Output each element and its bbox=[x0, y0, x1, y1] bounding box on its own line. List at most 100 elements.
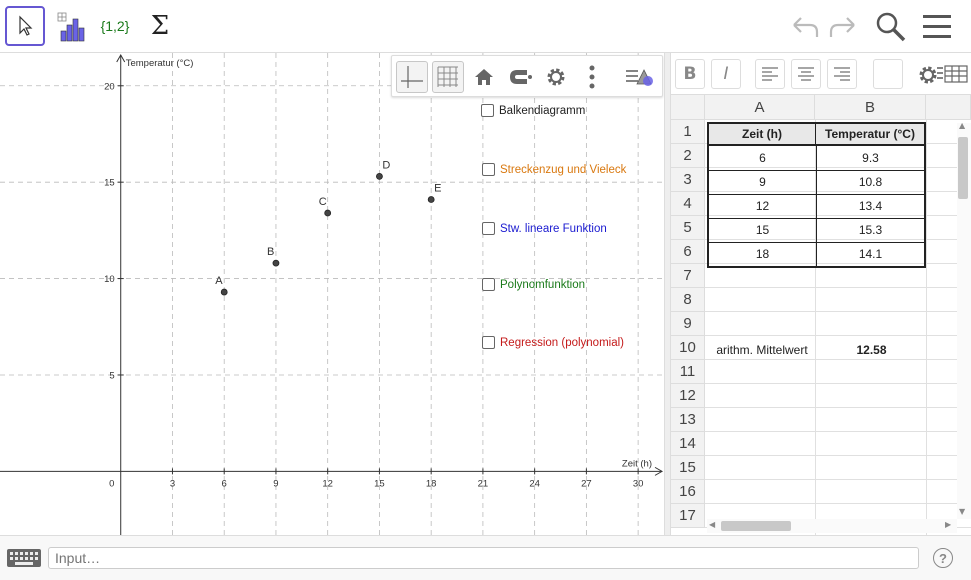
column-header-a[interactable]: A bbox=[705, 95, 815, 120]
table-style-icon bbox=[937, 65, 968, 83]
vertical-scrollbar[interactable]: ▲ ▼ bbox=[957, 121, 971, 519]
bar-chart-icon bbox=[57, 12, 85, 42]
align-center-button[interactable] bbox=[791, 59, 821, 89]
cell-b8[interactable]: 12.58 bbox=[817, 338, 926, 362]
help-button[interactable]: ? bbox=[933, 548, 953, 568]
row-header[interactable]: 10 bbox=[671, 336, 705, 360]
data-point bbox=[324, 209, 332, 217]
row-header[interactable]: 12 bbox=[671, 384, 705, 408]
cell-b3[interactable]: 10.8 bbox=[817, 170, 926, 195]
standard-view-button[interactable] bbox=[468, 61, 500, 93]
row-header[interactable]: 16 bbox=[671, 480, 705, 504]
checkbox-polynomfunktion[interactable]: Polynomfunktion bbox=[482, 278, 585, 291]
cell-b4[interactable]: 13.4 bbox=[817, 194, 926, 219]
style-bar-toggle-icon bbox=[626, 69, 653, 86]
grid-icon bbox=[437, 66, 458, 87]
y-axis-label: Temperatur (°C) bbox=[126, 58, 194, 69]
menu-button[interactable] bbox=[921, 12, 953, 42]
checkbox-regression-polynomial[interactable]: Regression (polynomial) bbox=[482, 336, 624, 349]
checkbox-box[interactable] bbox=[482, 336, 495, 349]
x-tick-label: 0 bbox=[109, 478, 114, 489]
toggle-grid-button[interactable] bbox=[432, 61, 464, 93]
italic-icon: I bbox=[723, 64, 729, 84]
checkbox-streckenzug-vieleck[interactable]: Streckenzug und Vieleck bbox=[482, 163, 626, 176]
cell-a2[interactable]: 6 bbox=[707, 146, 817, 171]
point-label: C bbox=[319, 196, 327, 208]
toggle-axes-button[interactable] bbox=[396, 61, 428, 93]
point-label: E bbox=[434, 183, 441, 195]
spreadsheet-style-bar: B I bbox=[671, 53, 971, 95]
column-header-b[interactable]: B bbox=[815, 95, 926, 120]
column-header-c[interactable] bbox=[926, 95, 971, 120]
row-header[interactable]: 7 bbox=[671, 264, 705, 288]
cell-b6[interactable]: 14.1 bbox=[817, 242, 926, 268]
checkbox-balkendiagramm[interactable]: Balkendiagramm bbox=[481, 104, 585, 117]
row-header[interactable]: 3 bbox=[671, 168, 705, 192]
keyboard-button[interactable] bbox=[6, 546, 42, 570]
x-tick-label: 15 bbox=[374, 478, 385, 489]
data-point bbox=[376, 172, 383, 180]
more-options-button[interactable] bbox=[576, 61, 608, 93]
cell-b1[interactable]: Temperatur (°C) bbox=[815, 122, 926, 146]
checkbox-box[interactable] bbox=[482, 222, 495, 235]
bar-chart-tool-button[interactable] bbox=[50, 6, 90, 46]
input-bar: ? bbox=[0, 535, 971, 580]
row-header[interactable]: 8 bbox=[671, 288, 705, 312]
scroll-left-icon[interactable]: ◀ bbox=[709, 520, 715, 529]
cell-a5[interactable]: 15 bbox=[707, 218, 817, 243]
row-header[interactable]: 6 bbox=[671, 240, 705, 264]
italic-button[interactable]: I bbox=[711, 59, 741, 89]
checkbox-label: Streckenzug und Vieleck bbox=[500, 163, 627, 176]
row-header[interactable]: 9 bbox=[671, 312, 705, 336]
algebra-input-field[interactable] bbox=[48, 547, 919, 569]
row-header[interactable]: 15 bbox=[671, 456, 705, 480]
scroll-down-icon[interactable]: ▼ bbox=[959, 507, 965, 516]
corner-cell[interactable] bbox=[671, 95, 705, 120]
cell-a1[interactable]: Zeit (h) bbox=[707, 122, 817, 146]
row-divider bbox=[705, 455, 971, 456]
cell-a4[interactable]: 12 bbox=[707, 194, 817, 219]
cell-b2[interactable]: 9.3 bbox=[817, 146, 926, 171]
toggle-style-bar-button[interactable] bbox=[622, 61, 658, 93]
scatter-plot[interactable]: 0 3 6 9 12 15 18 21 24 27 30 5 10 15 20 Zeit (h) Tempera… bbox=[0, 53, 664, 535]
cell-a6[interactable]: 18 bbox=[707, 242, 817, 268]
row-header[interactable]: 11 bbox=[671, 360, 705, 384]
row-header[interactable]: 1 bbox=[671, 120, 705, 144]
cell-b5[interactable]: 15.3 bbox=[817, 218, 926, 243]
x-axis-label: Zeit (h) bbox=[622, 458, 652, 469]
row-header[interactable]: 17 bbox=[671, 504, 705, 528]
bold-button[interactable]: B bbox=[675, 59, 705, 89]
redo-button[interactable] bbox=[828, 12, 858, 42]
undo-button[interactable] bbox=[790, 12, 820, 42]
scroll-up-icon[interactable]: ▲ bbox=[959, 121, 965, 130]
view-divider[interactable] bbox=[664, 53, 671, 535]
move-tool-button[interactable] bbox=[5, 6, 45, 46]
row-header[interactable]: 2 bbox=[671, 144, 705, 168]
horizontal-scroll-thumb[interactable] bbox=[721, 521, 791, 531]
horizontal-scrollbar[interactable]: ◀ ▶ bbox=[707, 519, 957, 533]
scroll-right-icon[interactable]: ▶ bbox=[945, 520, 951, 529]
checkbox-box[interactable] bbox=[481, 104, 494, 117]
help-icon: ? bbox=[939, 550, 947, 566]
row-header[interactable]: 14 bbox=[671, 432, 705, 456]
graphics-settings-button[interactable] bbox=[540, 61, 572, 93]
align-left-button[interactable] bbox=[755, 59, 785, 89]
list-tool-button[interactable]: {1,2} bbox=[95, 6, 135, 46]
row-header[interactable]: 5 bbox=[671, 216, 705, 240]
row-divider bbox=[705, 431, 971, 432]
cell-a3[interactable]: 9 bbox=[707, 170, 817, 195]
sum-tool-button[interactable]: Σ bbox=[140, 6, 180, 46]
point-capturing-button[interactable] bbox=[504, 61, 536, 93]
cell-a8[interactable]: arithm. Mittelwert bbox=[707, 338, 817, 362]
row-header[interactable]: 4 bbox=[671, 192, 705, 216]
row-header[interactable]: 13 bbox=[671, 408, 705, 432]
background-color-button[interactable] bbox=[873, 59, 903, 89]
checkbox-box[interactable] bbox=[482, 278, 495, 291]
graphics-view[interactable]: 0 3 6 9 12 15 18 21 24 27 30 5 10 15 20 Zeit (h) Tempera… bbox=[0, 53, 664, 535]
search-button[interactable] bbox=[874, 10, 908, 44]
checkbox-stw-lineare-funktion[interactable]: Stw. lineare Funktion bbox=[482, 222, 607, 235]
checkbox-box[interactable] bbox=[482, 163, 495, 176]
toggle-spreadsheet-style-bar[interactable] bbox=[937, 59, 971, 89]
vertical-scroll-thumb[interactable] bbox=[958, 137, 968, 199]
align-right-button[interactable] bbox=[827, 59, 857, 89]
